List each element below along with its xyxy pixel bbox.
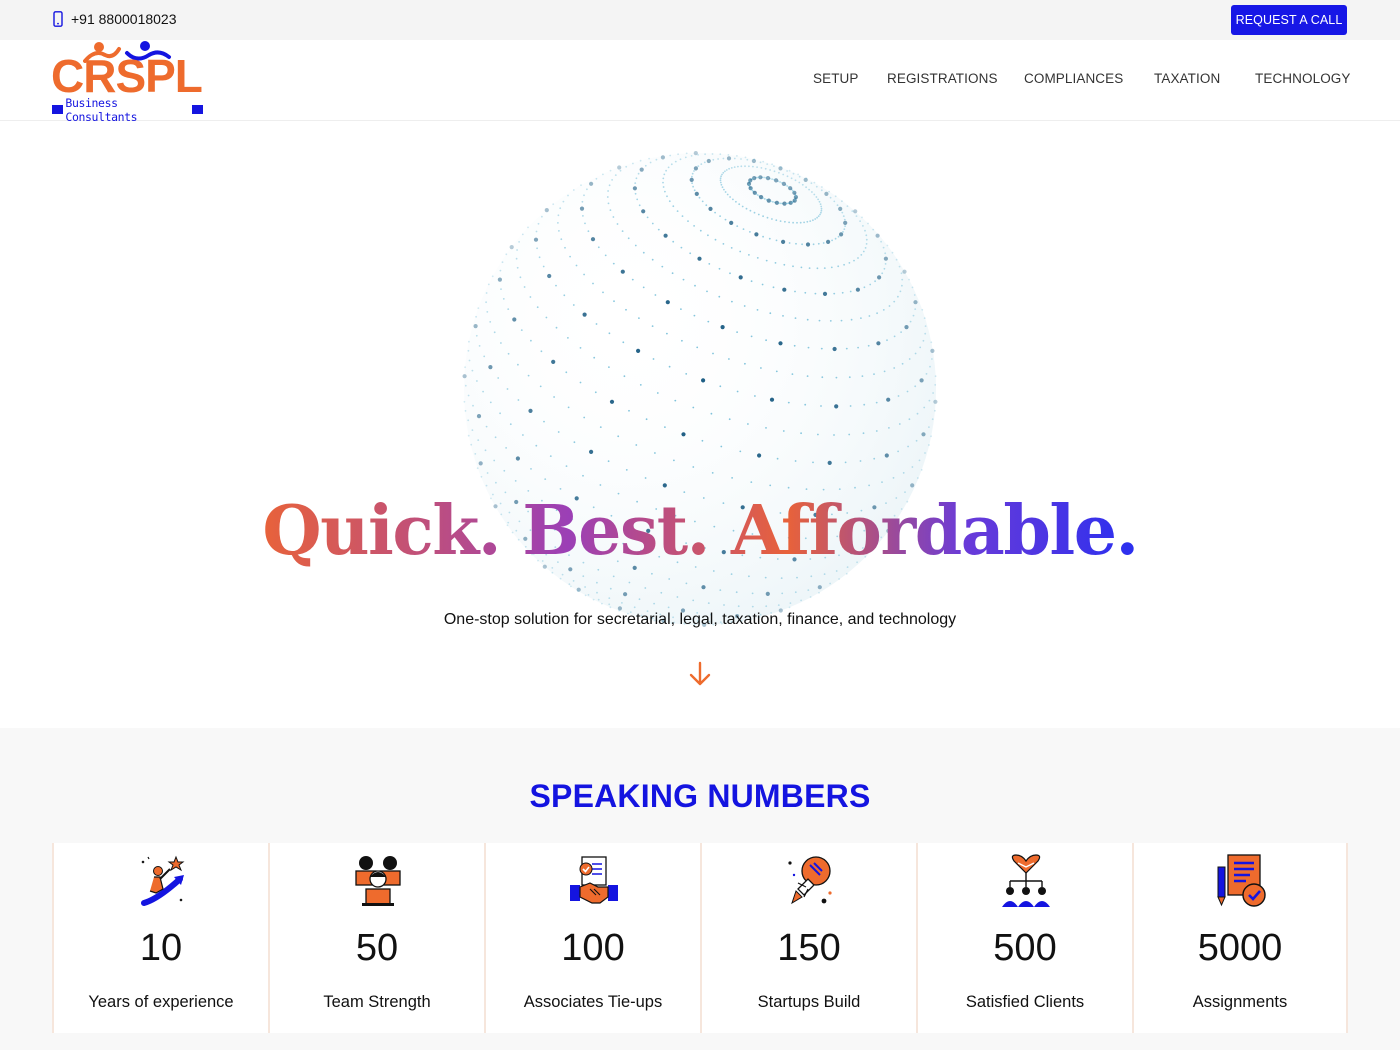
nav-compliances[interactable]: COMPLIANCES [1024,71,1123,86]
hero-section: Quick. Best. Affordable. One-stop soluti… [0,121,1400,728]
logo-subtitle-bar: Business Consultants [52,96,203,124]
stat-value: 150 [777,927,841,969]
main-nav: SETUP REGISTRATIONS COMPLIANCES TAXATION… [0,71,1400,91]
team-icon [355,856,401,906]
clients-icon [1002,854,1050,907]
mobile-phone-icon [53,11,63,27]
phone-contact[interactable]: +91 8800018023 [53,11,177,27]
stat-label: Startups Build [757,993,861,1011]
stat-value: 100 [561,927,625,969]
stats-row: 10 Years of experience 50 Team Strength [52,843,1348,1033]
stat-value: 500 [993,927,1057,969]
nav-registrations[interactable]: REGISTRATIONS [887,71,998,86]
top-bar: +91 8800018023 REQUEST A CALL [0,0,1400,40]
stat-value: 5000 [1197,927,1283,969]
stat-card-clients: 500 Satisfied Clients [916,843,1132,1033]
stat-card-years: 10 Years of experience [52,843,268,1033]
nav-taxation[interactable]: TAXATION [1154,71,1220,86]
stat-value: 10 [139,927,183,969]
scroll-down-arrow-icon[interactable] [689,661,711,687]
stat-label: Years of experience [88,993,234,1011]
stat-label: Assignments [1192,993,1288,1011]
stat-value: 50 [355,927,399,969]
hero-tagline: One-stop solution for secretarial, legal… [443,611,957,628]
stat-card-associates: 100 Associates Tie-ups [484,843,700,1033]
phone-number[interactable]: +91 8800018023 [71,11,177,27]
growth-icon [141,855,185,906]
stat-label: Associates Tie-ups [523,993,663,1011]
stat-card-startups: 150 Startups Build [700,843,916,1033]
nav-technology[interactable]: TECHNOLOGY [1255,71,1351,86]
logo-subtitle: Business Consultants [65,95,138,124]
section-title: SPEAKING NUMBERS [529,778,871,814]
logo-bar-left [52,105,64,114]
assignment-icon [1217,854,1266,907]
rocket-icon [788,856,832,905]
nav-setup[interactable]: SETUP [813,71,859,86]
handshake-icon [570,856,618,904]
logo-bar-right [191,105,203,114]
stat-label: Satisfied Clients [965,993,1085,1011]
stat-card-assignments: 5000 Assignments [1132,843,1348,1033]
request-call-button[interactable]: REQUEST A CALL [1231,5,1347,35]
speaking-numbers-section: SPEAKING NUMBERS 10 Years of experience [0,728,1400,1050]
stat-card-team: 50 Team Strength [268,843,484,1033]
stat-label: Team Strength [323,993,431,1011]
hero-headline: Quick. Best. Affordable. [262,491,1139,571]
